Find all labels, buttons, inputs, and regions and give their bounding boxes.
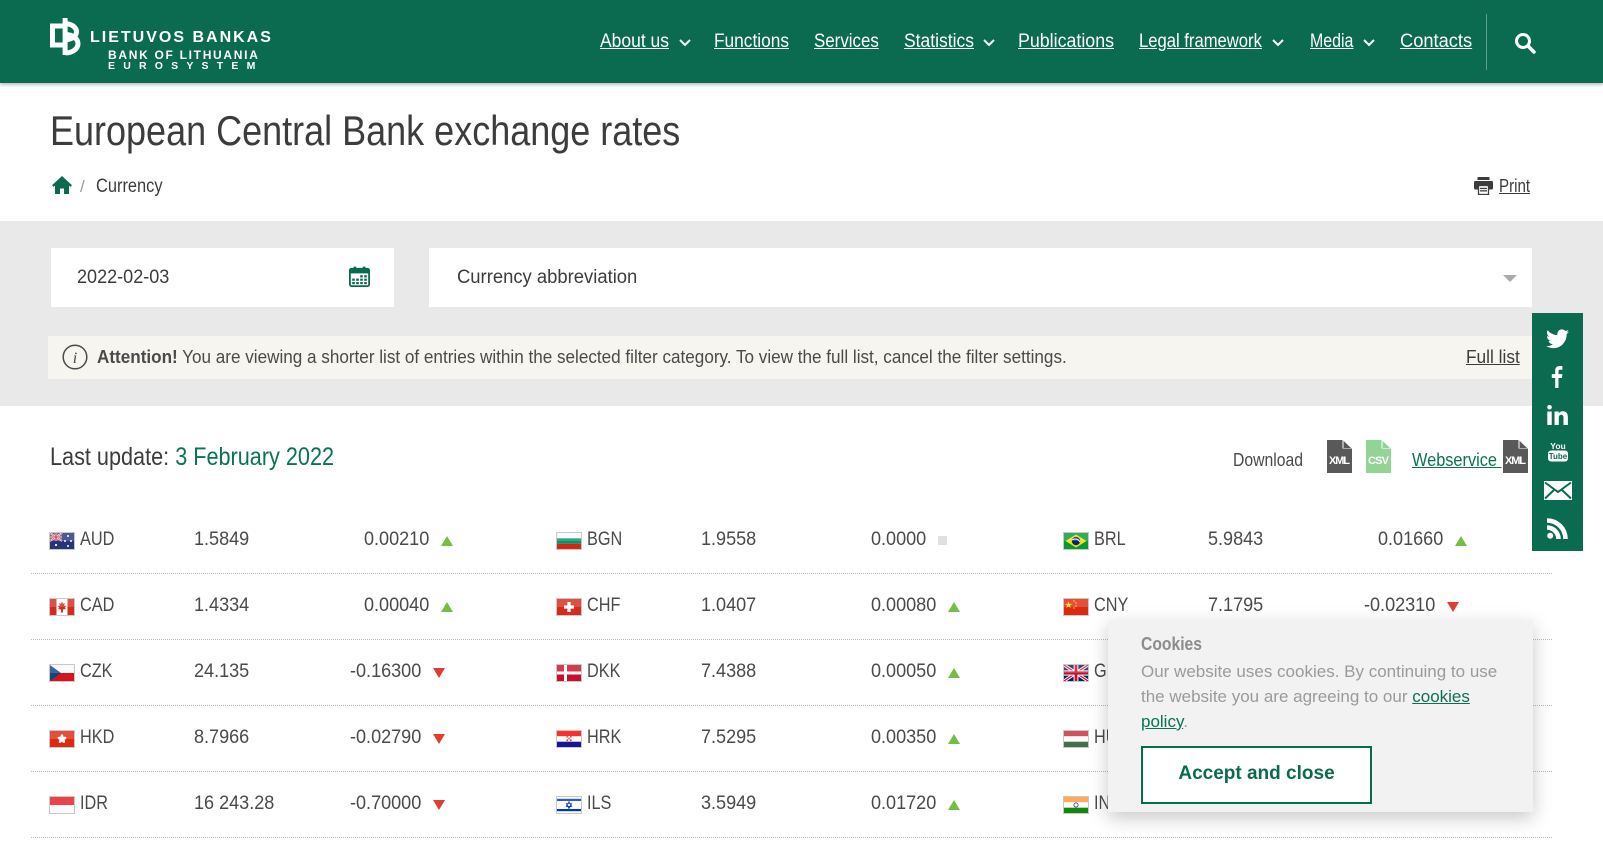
svg-text:You: You	[1550, 441, 1565, 451]
svg-text:i: i	[73, 350, 77, 367]
svg-text:XML: XML	[1505, 455, 1526, 467]
svg-text:Tube: Tube	[1549, 452, 1568, 461]
svg-text:CSV: CSV	[1368, 455, 1390, 467]
svg-text:XML: XML	[1329, 455, 1350, 467]
